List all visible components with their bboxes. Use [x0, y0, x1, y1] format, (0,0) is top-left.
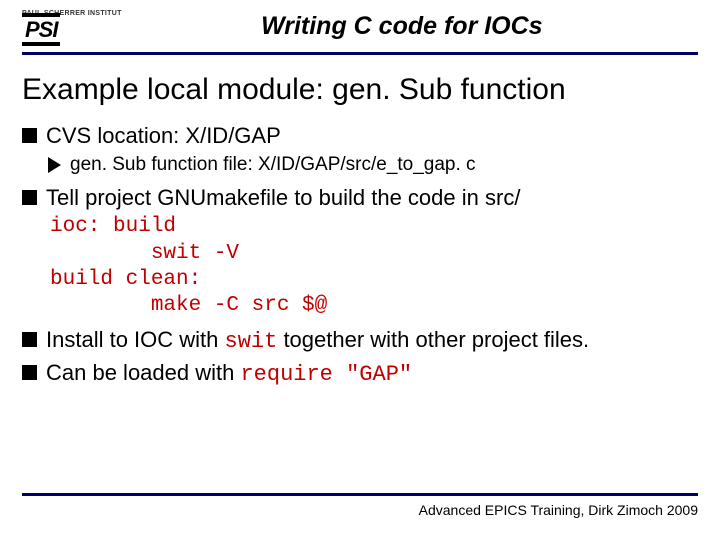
bullet-tell: Tell project GNUmakefile to build the co… — [22, 183, 698, 212]
load-pre: Can be loaded with — [46, 360, 240, 385]
install-pre: Install to IOC with — [46, 327, 225, 352]
footer-text: Advanced EPICS Training, Dirk Zimoch 200… — [419, 502, 698, 518]
bullet-gensub-text: gen. Sub function file: X/ID/GAP/src/e_t… — [70, 152, 476, 177]
triangle-bullet-icon — [48, 157, 61, 173]
slide: PAUL SCHERRER INSTITUT PSI Writing C cod… — [0, 0, 720, 540]
bullet-cvs: CVS location: X/ID/GAP — [22, 121, 698, 150]
logo-abbr: PSI — [22, 13, 60, 46]
footer-divider — [22, 493, 698, 496]
square-bullet-icon — [22, 128, 37, 143]
heading: Example local module: gen. Sub function — [22, 73, 698, 107]
bullet-install: Install to IOC with swit together with o… — [22, 325, 698, 356]
square-bullet-icon — [22, 332, 37, 347]
bullet-cvs-text: CVS location: X/ID/GAP — [46, 121, 281, 150]
header: PAUL SCHERRER INSTITUT PSI Writing C cod… — [22, 10, 698, 46]
square-bullet-icon — [22, 190, 37, 205]
bullet-tell-text: Tell project GNUmakefile to build the co… — [46, 183, 520, 212]
install-post: together with other project files. — [277, 327, 589, 352]
bullet-load: Can be loaded with require "GAP" — [22, 358, 698, 389]
bullet-gensub: gen. Sub function file: X/ID/GAP/src/e_t… — [48, 152, 698, 177]
install-code: swit — [225, 329, 278, 354]
square-bullet-icon — [22, 365, 37, 380]
content: CVS location: X/ID/GAP gen. Sub function… — [22, 121, 698, 389]
load-code: require "GAP" — [240, 362, 412, 387]
bullet-load-text: Can be loaded with require "GAP" — [46, 358, 412, 389]
header-divider — [22, 52, 698, 55]
logo-box: PSI — [22, 18, 60, 42]
logo: PAUL SCHERRER INSTITUT PSI — [22, 10, 122, 42]
bullet-install-text: Install to IOC with swit together with o… — [46, 325, 589, 356]
code-block: ioc: build swit -V build clean: make -C … — [50, 214, 698, 319]
slide-title: Writing C code for IOCs — [136, 12, 698, 41]
